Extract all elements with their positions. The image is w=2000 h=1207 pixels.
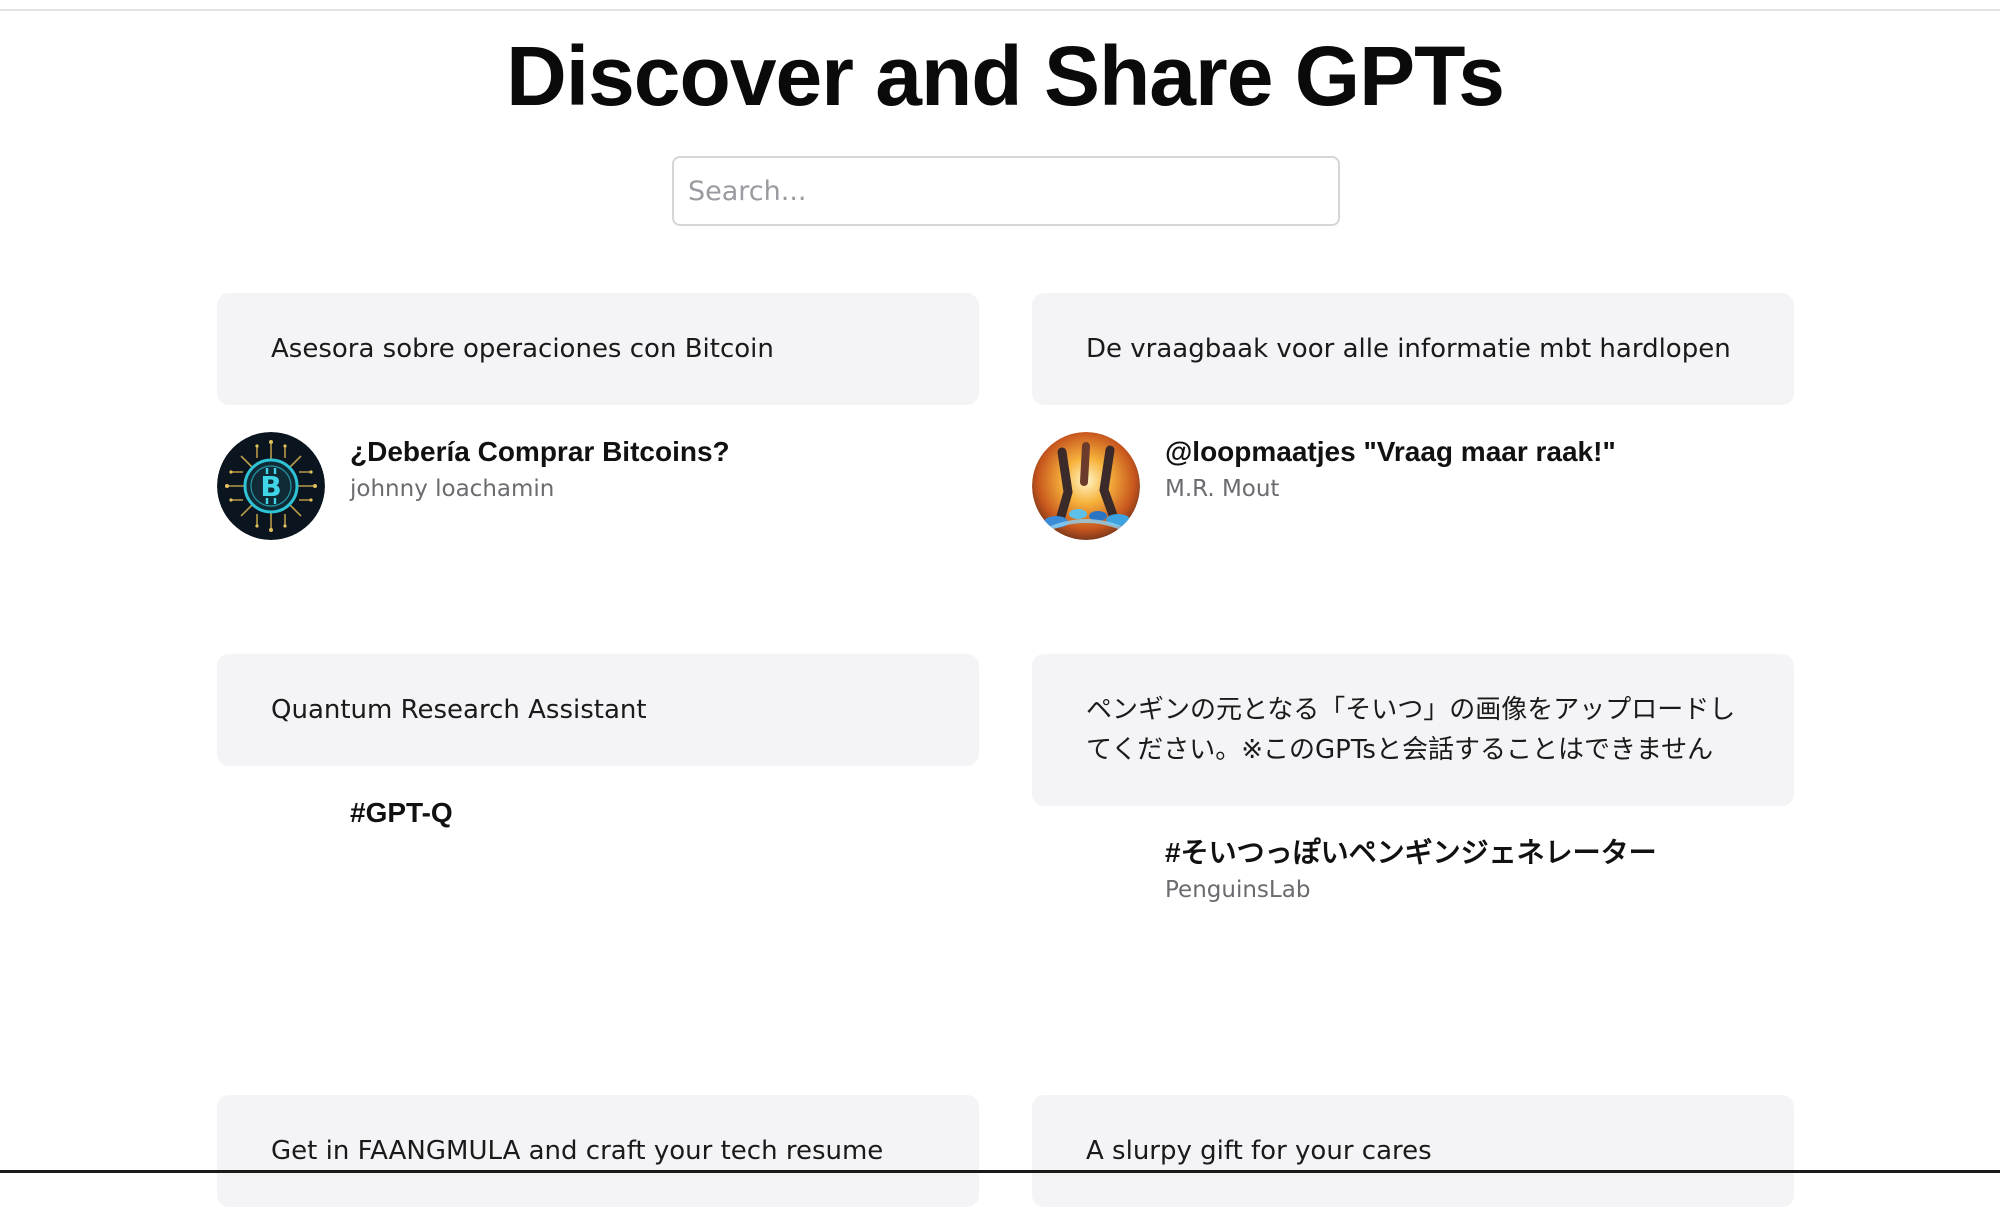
gpt-card-quantum[interactable]: Quantum Research Assistant #GPT-Q	[217, 654, 979, 901]
running-avatar-icon[interactable]	[1032, 432, 1140, 540]
gpt-description: De vraagbaak voor alle informatie mbt ha…	[1032, 293, 1794, 405]
gpt-author: PenguinsLab	[1165, 877, 1311, 903]
page-title: Discover and Share GPTs	[506, 29, 1505, 123]
gpt-name[interactable]: @loopmaatjes "Vraag maar raak!"	[1165, 432, 1616, 472]
gpt-card-bitcoin[interactable]: Asesora sobre operaciones con Bitcoin B …	[217, 293, 979, 540]
gpt-name[interactable]: #そいつっぽいペンギンジェネレーター	[1165, 833, 1657, 873]
bitcoin-avatar-icon[interactable]: B	[217, 432, 325, 540]
search-input[interactable]	[672, 156, 1340, 226]
gpt-card-loopmaatjes[interactable]: De vraagbaak voor alle informatie mbt ha…	[1032, 293, 1794, 540]
gpt-name[interactable]: ¿Debería Comprar Bitcoins?	[350, 432, 730, 472]
gpt-description: Get in FAANGMULA and craft your tech res…	[217, 1095, 979, 1207]
gpt-author: johnny loachamin	[350, 476, 555, 502]
gpt-author: M.R. Mout	[1165, 476, 1280, 502]
svg-text:B: B	[260, 470, 281, 503]
gpt-description: Quantum Research Assistant	[217, 654, 979, 766]
top-border	[0, 0, 2000, 11]
gpt-description: A slurpy gift for your cares	[1032, 1095, 1794, 1207]
gpt-description: ペンギンの元となる「そいつ」の画像をアップロードしてください。※このGPTsと会…	[1032, 654, 1794, 806]
gpt-name[interactable]: #GPT-Q	[350, 793, 453, 833]
gpt-card-slurpy[interactable]: A slurpy gift for your cares	[1032, 1095, 1794, 1207]
gpt-description: Asesora sobre operaciones con Bitcoin	[217, 293, 979, 405]
gpt-card-penguin[interactable]: ペンギンの元となる「そいつ」の画像をアップロードしてください。※このGPTsと会…	[1032, 654, 1794, 941]
gpt-card-faangmula[interactable]: Get in FAANGMULA and craft your tech res…	[217, 1095, 979, 1207]
